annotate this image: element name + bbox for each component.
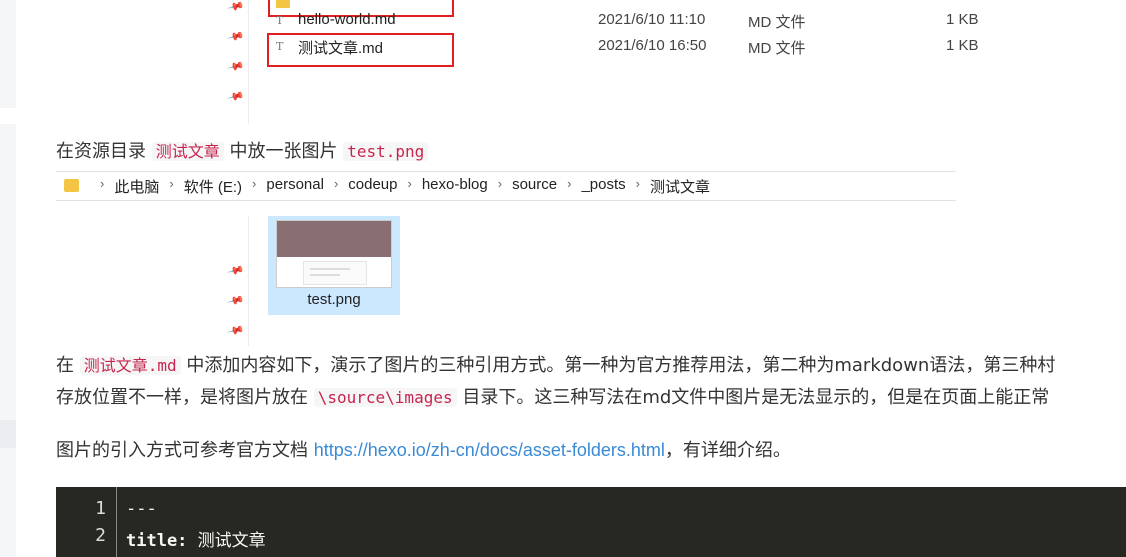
sidebar-active-item[interactable] [0, 420, 16, 448]
text: 图片的引入方式可参考官方文档 [56, 440, 308, 461]
image-preview [276, 220, 392, 288]
thumbnail-label: test.png [307, 291, 361, 308]
line-number-gutter: 1 2 [56, 487, 117, 557]
text: 存放位置不一样，是将图片放在 [56, 387, 308, 408]
breadcrumb-item[interactable]: _posts [581, 176, 625, 197]
text: 目录下。这三种写法在md文件中图片是无法显示的，但是在页面上能正常 [462, 387, 1050, 408]
chevron-right-icon: › [169, 176, 174, 191]
paragraph-resource-dir: 在资源目录 测试文章 中放一张图片 test.png [56, 137, 429, 167]
file-type: MD 文件 [748, 14, 806, 31]
explorer-address-bar: › 此电脑 › 软件 (E:) › personal › codeup › he… [56, 171, 956, 201]
breadcrumb-item[interactable]: 软件 (E:) [184, 176, 242, 197]
chevron-right-icon: › [333, 176, 339, 191]
file-type: MD 文件 [748, 40, 806, 57]
code-line: title: 测试文章 [126, 526, 266, 551]
inline-code: test.png [343, 142, 429, 161]
folder-icon [276, 0, 290, 8]
breadcrumb-item[interactable]: codeup [348, 176, 397, 197]
breadcrumb: › 此电脑 › 软件 (E:) › personal › codeup › he… [90, 176, 710, 197]
text: 中放一张图片 [229, 141, 338, 162]
text: 在 [56, 355, 74, 376]
code-line: --- [126, 499, 157, 519]
yaml-key: title: [126, 531, 188, 551]
pin-icon: 📌 [226, 57, 246, 76]
folder-icon [64, 179, 79, 192]
code-block: 1 2 --- title: 测试文章 [56, 487, 1126, 557]
paragraph-reference: 图片的引入方式可参考官方文档 https://hexo.io/zh-cn/doc… [56, 435, 791, 466]
breadcrumb-item[interactable]: source [512, 176, 557, 197]
text: 在资源目录 [56, 141, 146, 162]
breadcrumb-item[interactable]: hexo-blog [422, 176, 488, 197]
paragraph-description-line1: 在 测试文章.md 中添加内容如下，演示了图片的三种引用方式。第一种为官方推荐用… [56, 351, 1055, 381]
breadcrumb-item[interactable]: 测试文章 [650, 176, 710, 197]
pin-icon: 📌 [226, 321, 246, 340]
breadcrumb-item[interactable]: personal [266, 176, 324, 197]
pin-icon: 📌 [226, 27, 246, 46]
highlight-box-file [267, 33, 454, 67]
paragraph-description-line2: 存放位置不一样，是将图片放在 \source\images 目录下。这三种写法在… [56, 383, 1049, 413]
chevron-right-icon: › [252, 176, 257, 191]
chevron-right-icon: › [407, 176, 412, 191]
file-date: 2021/6/10 16:50 [598, 37, 707, 54]
file-row[interactable]: T hello-world.md 2021/6/10 11:10 MD 文件 1… [276, 10, 1036, 32]
text: ，有详细介绍。 [664, 440, 791, 461]
inline-code: \source\images [313, 388, 457, 407]
left-sidebar-strip [0, 0, 16, 557]
file-size: 1 KB [946, 11, 979, 28]
chevron-right-icon: › [497, 176, 503, 191]
breadcrumb-item[interactable]: 此电脑 [114, 176, 159, 197]
image-file-thumbnail[interactable]: test.png [268, 216, 400, 315]
inline-code: 测试文章.md [79, 356, 181, 375]
file-date: 2021/6/10 11:10 [598, 11, 706, 28]
chevron-right-icon: › [100, 176, 105, 191]
pin-icon: 📌 [226, 87, 246, 106]
text: 中添加内容如下，演示了图片的三种引用方式。第一种为官方推荐用法，第二种为mark… [186, 355, 1056, 376]
sidebar-gap [0, 108, 16, 124]
pin-icon: 📌 [226, 291, 246, 310]
docs-link[interactable]: https://hexo.io/zh-cn/docs/asset-folders… [314, 440, 665, 460]
line-number: 2 [95, 525, 106, 546]
text-file-icon: T [276, 14, 284, 27]
explorer-divider [248, 0, 249, 124]
pin-icon: 📌 [226, 261, 246, 280]
file-size: 1 KB [946, 37, 979, 54]
chevron-right-icon: › [635, 176, 640, 191]
line-number: 1 [95, 498, 106, 519]
file-name: hello-world.md [298, 11, 396, 28]
explorer-divider [248, 216, 249, 346]
chevron-right-icon: › [567, 176, 572, 191]
yaml-value: 测试文章 [187, 531, 266, 551]
pin-icon: 📌 [226, 0, 246, 16]
inline-code: 测试文章 [151, 142, 224, 161]
